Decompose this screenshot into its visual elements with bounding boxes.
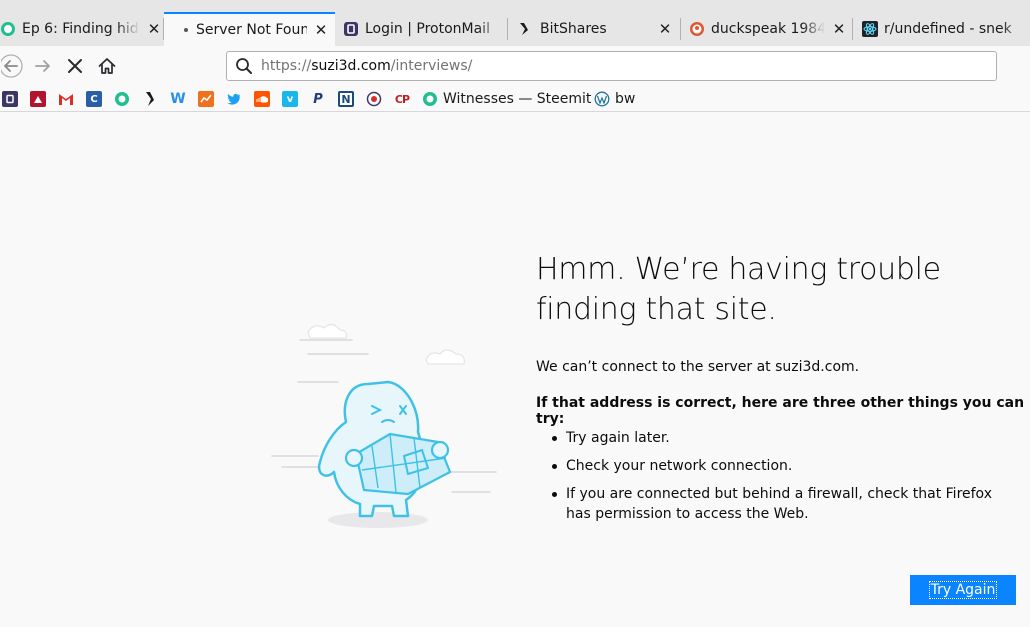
stop-icon — [68, 59, 82, 73]
bookmarks-toolbar: C W v P N CP Witnesses — Steemit bw — [0, 86, 1030, 112]
react-icon — [862, 21, 878, 37]
tab-separator — [507, 18, 508, 40]
bookmark-circle[interactable] — [366, 90, 382, 108]
tab-title: duckspeak 1984 at — [711, 21, 825, 37]
twitter-icon — [226, 91, 242, 107]
tab-title: Server Not Found — [196, 22, 307, 38]
bookmark-twitter[interactable] — [226, 90, 242, 108]
gmail-icon — [58, 91, 74, 107]
bookmark-gmail[interactable] — [58, 90, 74, 108]
tab-bitshares[interactable]: BitShares ✕ — [516, 12, 673, 46]
close-icon[interactable]: ✕ — [313, 21, 329, 39]
steemit-icon — [114, 91, 130, 107]
error-title: Hmm. We’re having trouble finding that s… — [536, 252, 941, 327]
bookmark-vimeo[interactable]: v — [282, 90, 298, 108]
bookmark-label: Witnesses — Steemit — [443, 91, 592, 107]
circle-icon — [366, 91, 382, 107]
search-icon — [235, 57, 253, 75]
c-icon: C — [86, 91, 102, 107]
url-scheme: https:// — [261, 58, 312, 74]
bookmark-bitshares[interactable] — [142, 90, 158, 108]
bookmark-witnesses[interactable]: Witnesses — Steemit — [422, 90, 591, 108]
tab-reddit[interactable]: r/undefined - snek — [862, 12, 1030, 46]
bookmark-steemit[interactable] — [114, 90, 130, 108]
bookmark-c[interactable]: C — [86, 90, 102, 108]
tab-title: Ep 6: Finding hidden — [22, 21, 140, 37]
suggestions-list: Try again later. Check your network conn… — [552, 428, 1002, 532]
url-path: /interviews/ — [390, 58, 473, 74]
soundcloud-icon — [254, 91, 270, 107]
back-button[interactable] — [0, 52, 24, 80]
error-page: Hmm. We’re having trouble finding that s… — [0, 112, 1030, 627]
close-icon[interactable]: ✕ — [657, 20, 673, 38]
cp-icon: CP — [394, 91, 410, 107]
steemit-icon — [0, 21, 16, 37]
tab-ep6[interactable]: Ep 6: Finding hidden ✕ — [0, 12, 162, 46]
tab-separator — [680, 18, 681, 40]
tab-strip: Ep 6: Finding hidden ✕ Server Not Found … — [0, 0, 1030, 46]
bookmark-notion[interactable]: N — [338, 90, 354, 108]
close-icon[interactable]: ✕ — [831, 20, 847, 38]
tab-title: BitShares — [540, 21, 607, 37]
protonmail-icon — [343, 21, 359, 37]
protonmail-icon — [2, 91, 18, 107]
bookmark-label: bw — [615, 91, 636, 107]
bookmark-bw[interactable]: bw — [594, 90, 635, 108]
paypal-icon: P — [313, 91, 323, 107]
list-item: If you are connected but behind a firewa… — [552, 484, 1002, 524]
bookmark-cp[interactable]: CP — [394, 90, 410, 108]
red-bookmark-icon — [30, 91, 46, 107]
weebly-icon: W — [170, 91, 186, 107]
bookmark-weebly[interactable]: W — [170, 90, 186, 108]
vimeo-icon: v — [282, 91, 298, 107]
loading-dot-icon — [182, 22, 190, 38]
notion-icon: N — [338, 91, 354, 107]
tab-server-not-found[interactable]: Server Not Found ✕ — [164, 12, 335, 46]
bookmark-red[interactable] — [30, 90, 46, 108]
bookmark-soundcloud[interactable] — [254, 90, 270, 108]
url-host: suzi3d.com — [311, 58, 391, 74]
forward-button[interactable] — [29, 52, 57, 80]
duckduckgo-icon — [689, 21, 705, 37]
error-illustration-icon — [271, 324, 497, 528]
try-again-label: Try Again — [928, 581, 998, 599]
steemit-icon — [422, 91, 438, 107]
try-again-button[interactable]: Try Again — [910, 575, 1016, 605]
bookmark-chart[interactable] — [198, 90, 214, 108]
tab-duckspeak[interactable]: duckspeak 1984 at ✕ — [689, 12, 847, 46]
tab-separator — [852, 18, 853, 40]
wordpress-icon — [594, 91, 610, 107]
list-item: Check your network connection. — [552, 456, 1002, 476]
home-icon — [98, 58, 116, 74]
tab-title: r/undefined - snek — [884, 21, 1012, 37]
stop-button[interactable] — [61, 52, 89, 80]
list-item: Try again later. — [552, 428, 1002, 448]
forward-arrow-icon — [35, 60, 50, 72]
tab-protonmail[interactable]: Login | ProtonMail — [343, 12, 505, 46]
error-description: We can’t connect to the server at suzi3d… — [536, 359, 860, 375]
bookmark-paypal[interactable]: P — [310, 90, 326, 108]
tab-title: Login | ProtonMail — [365, 21, 490, 37]
back-arrow-icon — [1, 54, 23, 78]
bookmark-protonmail[interactable] — [2, 90, 18, 108]
home-button[interactable] — [93, 52, 121, 80]
bitshares-icon — [516, 21, 532, 37]
chart-icon — [198, 91, 214, 107]
error-suggestions-heading: If that address is correct, here are thr… — [536, 395, 1025, 427]
bitshares-icon — [142, 91, 158, 107]
close-icon[interactable]: ✕ — [146, 20, 162, 38]
navigation-bar: https://suzi3d.com/interviews/ — [0, 46, 1030, 86]
url-bar[interactable]: https://suzi3d.com/interviews/ — [226, 51, 997, 81]
